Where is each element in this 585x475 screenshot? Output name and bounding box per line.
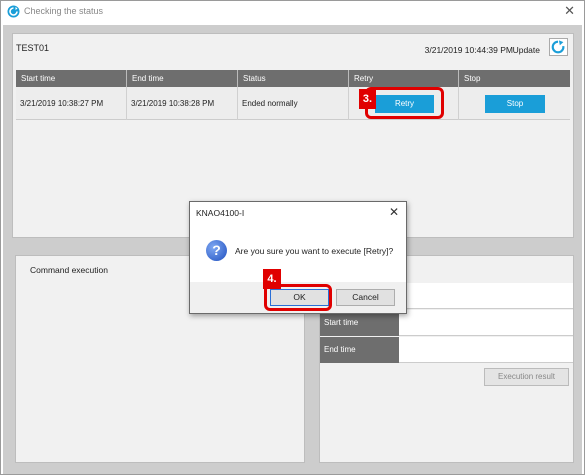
dialog-close-icon[interactable]: ✕: [389, 205, 399, 219]
table-row[interactable]: 3/21/2019 10:38:27 PM 3/21/2019 10:38:28…: [16, 87, 570, 120]
cancel-button[interactable]: Cancel: [336, 289, 395, 306]
start-time-value: [399, 310, 573, 336]
dialog-message: Are you sure you want to execute [Retry]…: [235, 246, 394, 256]
dialog-title: KNAO4100-I: [196, 208, 245, 218]
title-bar: Checking the status ✕: [1, 1, 584, 25]
details-row-end-time: End time: [320, 337, 573, 363]
callout-step-3: 3.: [359, 89, 376, 109]
column-header-status: Status: [238, 70, 349, 87]
execution-result-button[interactable]: Execution result: [484, 368, 569, 386]
cell-start-time: 3/21/2019 10:38:27 PM: [16, 87, 127, 120]
stop-button[interactable]: Stop: [485, 95, 545, 113]
column-header-end-time: End time: [127, 70, 238, 87]
cell-end-time: 3/21/2019 10:38:28 PM: [127, 87, 238, 120]
app-refresh-icon: [7, 5, 20, 18]
refresh-icon: [551, 39, 566, 54]
cell-status: Ended normally: [238, 87, 349, 120]
update-label: Update: [512, 45, 540, 55]
grid-header: Start time End time Status Retry Stop: [16, 70, 570, 87]
updated-time: 3/21/2019 10:44:39 PM: [424, 45, 513, 55]
callout-step-4: 4.: [263, 269, 281, 289]
status-window: Checking the status ✕ TEST01 3/21/2019 1…: [0, 0, 585, 475]
question-icon: ?: [206, 240, 227, 261]
column-header-stop: Stop: [464, 74, 481, 83]
panel-title: TEST01: [16, 43, 50, 53]
cell-stop: Stop: [459, 87, 570, 120]
window-close-icon[interactable]: ✕: [564, 3, 575, 19]
window-title: Checking the status: [24, 6, 104, 16]
column-header-start-time: Start time: [16, 70, 127, 87]
end-time-value: [399, 337, 573, 363]
update-button[interactable]: [549, 38, 568, 56]
end-time-label: End time: [320, 337, 399, 363]
column-header-retry: Retry: [349, 70, 459, 87]
callout-highlight-retry: [365, 87, 444, 119]
command-execution-label: Command execution: [30, 265, 108, 275]
